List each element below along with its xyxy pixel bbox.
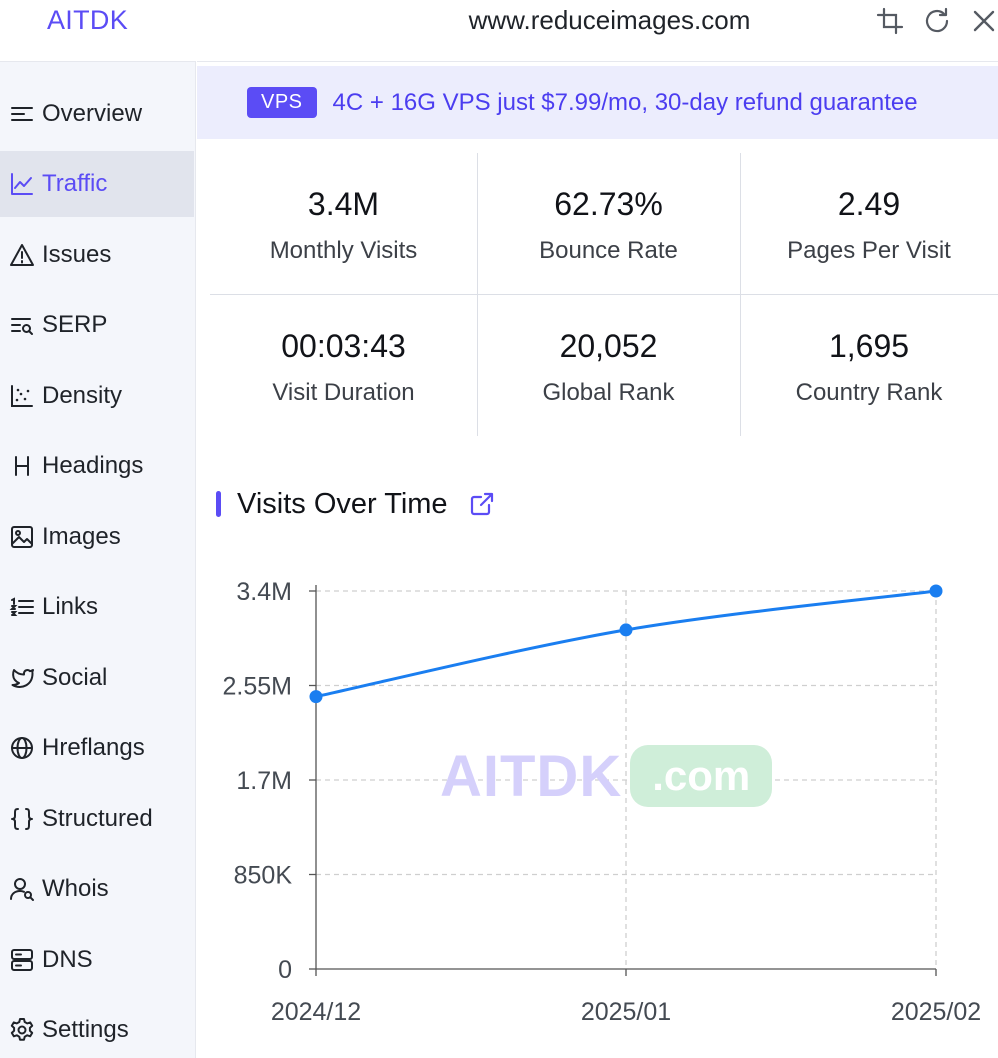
- stats-grid: 3.4M Monthly Visits 62.73% Bounce Rate 2…: [210, 153, 998, 436]
- sidebar-item-label: DNS: [42, 946, 93, 973]
- data-point: [309, 690, 323, 704]
- globe-icon: [0, 715, 42, 781]
- overview-icon: [0, 81, 42, 147]
- sidebar-item-traffic[interactable]: Traffic: [0, 151, 194, 217]
- y-tick-label: 2.55M: [223, 673, 292, 701]
- brand-name: AITDK: [47, 5, 129, 35]
- sidebar-item-social[interactable]: Social: [0, 645, 194, 711]
- chart-header: Visits Over Time: [216, 482, 496, 526]
- watermark-suffix: .com: [630, 745, 773, 807]
- brand-logo[interactable]: AITDK: [0, 0, 196, 62]
- y-tick-label: 0: [278, 956, 292, 984]
- sidebar-item-serp[interactable]: SERP: [0, 292, 194, 358]
- sidebar-item-label: Issues: [42, 241, 112, 268]
- x-tick-label: 2025/02: [891, 998, 981, 1026]
- list-links-icon: [0, 574, 42, 640]
- watermark-text: AITDK: [440, 743, 623, 809]
- sidebar-item-label: Headings: [42, 452, 144, 479]
- y-tick-label: 1.7M: [236, 767, 292, 795]
- sidebar-item-label: SERP: [42, 311, 108, 338]
- sidebar-item-density[interactable]: Density: [0, 363, 194, 429]
- vps-badge: VPS: [247, 87, 317, 118]
- stat-monthly-visits: 3.4M Monthly Visits: [210, 186, 477, 265]
- stat-value: 20,052: [559, 328, 658, 364]
- sidebar-item-label: Settings: [42, 1016, 129, 1043]
- y-tick-label: 3.4M: [236, 578, 292, 606]
- section-marker: [216, 491, 221, 517]
- stat-visit-duration: 00:03:43 Visit Duration: [210, 328, 477, 407]
- stats-divider: [210, 294, 998, 295]
- twitter-bird-icon: [0, 645, 42, 711]
- close-icon[interactable]: [969, 6, 998, 36]
- stat-label: Monthly Visits: [269, 237, 418, 264]
- stat-label: Visit Duration: [272, 379, 415, 406]
- promo-banner[interactable]: VPS 4C + 16G VPS just $7.99/mo, 30-day r…: [197, 66, 998, 139]
- stat-value: 2.49: [837, 186, 901, 222]
- sidebar-item-label: Images: [42, 523, 121, 550]
- x-tick-label: 2025/01: [581, 998, 671, 1026]
- sidebar-item-issues[interactable]: Issues: [0, 222, 194, 288]
- user-search-icon: [0, 856, 42, 922]
- promo-text: 4C + 16G VPS just $7.99/mo, 30-day refun…: [332, 88, 918, 116]
- sidebar-item-headings[interactable]: Headings: [0, 433, 194, 499]
- sidebar-item-structured[interactable]: Structured: [0, 786, 194, 852]
- server-icon: [0, 927, 42, 993]
- sidebar-item-hreflangs[interactable]: Hreflangs: [0, 715, 194, 781]
- braces-icon: [0, 786, 42, 852]
- stat-value: 62.73%: [554, 186, 663, 222]
- sidebar-item-label: Social: [42, 664, 108, 691]
- stat-label: Bounce Rate: [539, 237, 678, 264]
- stat-bounce-rate: 62.73% Bounce Rate: [477, 186, 740, 265]
- sidebar-item-label: Links: [42, 593, 99, 620]
- sidebar-item-label: Whois: [42, 875, 109, 902]
- stat-label: Pages Per Visit: [787, 237, 951, 264]
- sidebar-item-images[interactable]: Images: [0, 504, 194, 570]
- traffic-chart-icon: [0, 151, 42, 217]
- watermark: AITDK .com: [440, 743, 773, 809]
- stat-value: 00:03:43: [281, 328, 406, 364]
- stat-label: Global Rank: [542, 379, 675, 406]
- chart-title: Visits Over Time: [237, 487, 448, 520]
- y-tick-label: 850K: [234, 862, 293, 890]
- sidebar-item-label: Density: [42, 382, 123, 409]
- sidebar-item-links[interactable]: Links: [0, 574, 194, 640]
- image-icon: [0, 504, 42, 570]
- stat-label: Country Rank: [795, 379, 943, 406]
- stat-value: 3.4M: [307, 186, 380, 222]
- external-link-icon[interactable]: [468, 490, 496, 518]
- sidebar-item-whois[interactable]: Whois: [0, 856, 194, 922]
- sidebar-item-dns[interactable]: DNS: [0, 927, 194, 993]
- stat-country-rank: 1,695 Country Rank: [740, 328, 998, 407]
- data-point: [619, 623, 633, 637]
- sidebar: AITDK Overview Traffic Issues SERP Densi…: [0, 0, 196, 1058]
- data-point: [929, 584, 943, 598]
- density-scatter-icon: [0, 363, 42, 429]
- sidebar-item-label: Traffic: [42, 170, 108, 197]
- crop-icon[interactable]: [875, 6, 905, 36]
- x-tick-label: 2024/12: [271, 998, 361, 1026]
- sidebar-item-label: Structured: [42, 805, 153, 832]
- sidebar-item-overview[interactable]: Overview: [0, 81, 194, 147]
- serp-search-icon: [0, 292, 42, 358]
- stat-value: 1,695: [828, 328, 910, 364]
- sidebar-item-label: Overview: [42, 100, 143, 127]
- top-bar: www.reduceimages.com: [197, 0, 998, 62]
- series-line: [315, 589, 937, 699]
- warning-icon: [0, 222, 42, 288]
- gear-icon: [0, 997, 42, 1058]
- stat-pages-per-visit: 2.49 Pages Per Visit: [740, 186, 998, 265]
- sidebar-item-label: Hreflangs: [42, 734, 145, 761]
- stat-global-rank: 20,052 Global Rank: [477, 328, 740, 407]
- refresh-icon[interactable]: [922, 6, 952, 36]
- sidebar-item-settings[interactable]: Settings: [0, 997, 194, 1058]
- heading-h-icon: [0, 433, 42, 499]
